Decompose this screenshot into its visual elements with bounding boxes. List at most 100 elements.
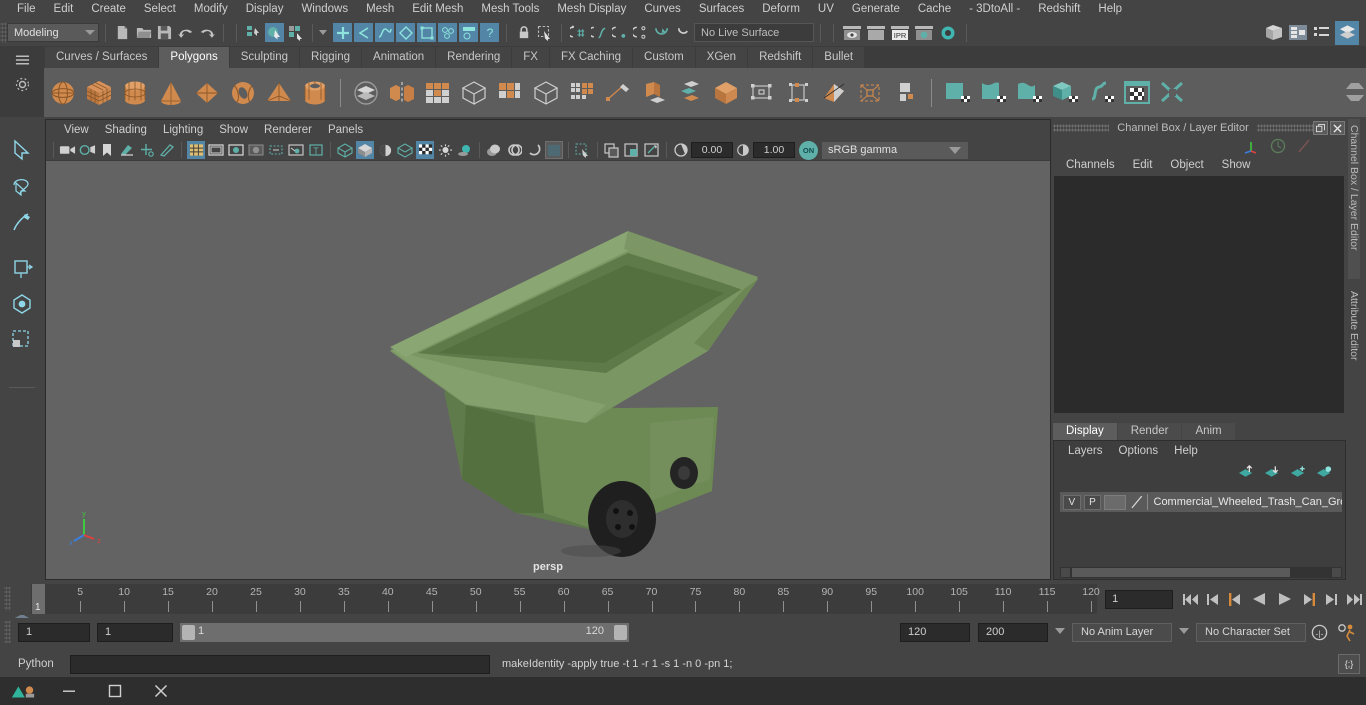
statusbar-gripper[interactable] <box>0 23 7 43</box>
snap-to-view-plane-icon[interactable] <box>653 23 672 42</box>
menu-select[interactable]: Select <box>135 0 185 19</box>
menu-generate[interactable]: Generate <box>843 0 909 19</box>
create-layer-from-selected-icon[interactable] <box>1316 465 1333 479</box>
channel-menu-edit[interactable]: Edit <box>1124 159 1162 171</box>
snap-to-point-icon[interactable] <box>611 23 630 42</box>
shelf-tab-fx-caching[interactable]: FX Caching <box>550 47 632 68</box>
menu-surfaces[interactable]: Surfaces <box>690 0 753 19</box>
select-deformations-icon[interactable] <box>417 23 436 42</box>
smooth-icon[interactable] <box>458 77 490 109</box>
menu-mesh-tools[interactable]: Mesh Tools <box>472 0 548 19</box>
tool-select[interactable] <box>4 133 40 167</box>
animation-end-field[interactable]: 200 <box>978 623 1048 642</box>
panel-snapshot-icon[interactable] <box>643 141 661 159</box>
uv-cut-icon[interactable] <box>1157 77 1189 109</box>
layer-menu-layers[interactable]: Layers <box>1060 445 1111 457</box>
text-tool-icon[interactable]: T <box>307 141 325 159</box>
select-surfaces-icon[interactable] <box>396 23 415 42</box>
tool-lasso-select[interactable] <box>4 169 40 203</box>
viewport-menu-view[interactable]: View <box>56 124 97 136</box>
connect-icon[interactable] <box>854 77 886 109</box>
poly-pyramid-icon[interactable] <box>263 77 295 109</box>
mirror-icon[interactable] <box>422 77 454 109</box>
trash-can-model[interactable] <box>46 161 1050 579</box>
menu-curves[interactable]: Curves <box>635 0 689 19</box>
shelf-tab-polygons[interactable]: Polygons <box>159 47 228 68</box>
shelf-tab-sculpting[interactable]: Sculpting <box>230 47 299 68</box>
layer-playback-toggle[interactable]: P <box>1084 495 1102 510</box>
menu-edit-mesh[interactable]: Edit Mesh <box>403 0 472 19</box>
slash-icon[interactable] <box>1296 138 1312 154</box>
smooth-shade-icon[interactable] <box>356 141 374 159</box>
separate-icon[interactable] <box>386 77 418 109</box>
combine-icon[interactable] <box>350 77 382 109</box>
create-layer-icon[interactable] <box>1290 465 1307 479</box>
range-track[interactable]: 1 120 <box>180 623 629 642</box>
uv-editor-icon[interactable] <box>1121 77 1153 109</box>
use-all-lights-icon[interactable] <box>436 141 454 159</box>
menu-redshift[interactable]: Redshift <box>1029 0 1089 19</box>
poly-pipe-icon[interactable] <box>299 77 331 109</box>
motion-blur-icon[interactable] <box>525 141 543 159</box>
select-dynamics-icon[interactable] <box>438 23 457 42</box>
animation-preferences-icon[interactable] <box>1332 623 1360 642</box>
menu-cache[interactable]: Cache <box>909 0 960 19</box>
shelf-tab-rigging[interactable]: Rigging <box>300 47 361 68</box>
step-back-frame-icon[interactable] <box>1226 589 1244 609</box>
tool-rotate[interactable] <box>4 287 40 321</box>
film-gate-icon[interactable] <box>207 141 225 159</box>
panel-drag-dots[interactable] <box>1053 124 1109 132</box>
poly-cylinder-icon[interactable] <box>119 77 151 109</box>
shelf-scroll-arrows[interactable] <box>1346 80 1364 116</box>
panel-drag-dots[interactable] <box>1257 124 1313 132</box>
animation-start-field[interactable]: 1 <box>18 623 90 642</box>
magnet-icon[interactable] <box>674 23 693 42</box>
layer-color-swatch[interactable] <box>1104 495 1126 510</box>
menu-uv[interactable]: UV <box>809 0 843 19</box>
poke-icon[interactable] <box>818 77 850 109</box>
layer-visibility-toggle[interactable]: V <box>1063 495 1081 510</box>
poly-plane-icon[interactable] <box>191 77 223 109</box>
menu-modify[interactable]: Modify <box>185 0 237 19</box>
range-end-handle[interactable] <box>614 625 627 640</box>
range-start-field[interactable]: 1 <box>97 623 173 642</box>
image-plane-icon[interactable] <box>118 141 136 159</box>
sidebar-tab-attribute-editor[interactable]: Attribute Editor <box>1348 285 1360 395</box>
scroll-right-icon[interactable] <box>1332 568 1341 577</box>
shadows-icon[interactable] <box>456 141 474 159</box>
resolution-gate-icon[interactable] <box>227 141 245 159</box>
tab-render[interactable]: Render <box>1118 423 1182 440</box>
menu-mesh-display[interactable]: Mesh Display <box>548 0 635 19</box>
select-hierarchy-icon[interactable] <box>244 23 263 42</box>
snap-to-projected-center-icon[interactable] <box>632 23 651 42</box>
go-to-end-icon[interactable] <box>1344 589 1364 609</box>
show-outliner-icon[interactable] <box>1263 23 1285 42</box>
ambient-occlusion-icon[interactable] <box>485 141 503 159</box>
menu-file[interactable]: File <box>8 0 45 19</box>
uv-layout-icon[interactable] <box>890 77 922 109</box>
menu-mesh[interactable]: Mesh <box>357 0 403 19</box>
uv-planar-icon[interactable] <box>941 77 973 109</box>
maya-app-icon[interactable] <box>0 677 46 705</box>
grease-pencil-icon[interactable] <box>158 141 176 159</box>
close-icon[interactable] <box>138 677 184 705</box>
shelf-tab-curves-surfaces[interactable]: Curves / Surfaces <box>45 47 158 68</box>
textured-icon[interactable] <box>416 141 434 159</box>
snap-to-grid-icon[interactable] <box>569 23 588 42</box>
bookmark-icon[interactable] <box>98 141 116 159</box>
minimize-icon[interactable] <box>46 677 92 705</box>
shelf-tab-animation[interactable]: Animation <box>362 47 435 68</box>
shelf-tab-rendering[interactable]: Rendering <box>436 47 511 68</box>
viewport-menu-renderer[interactable]: Renderer <box>256 124 320 136</box>
bridge-icon[interactable] <box>746 77 778 109</box>
auto-keyframe-icon[interactable]: -|- <box>1306 623 1332 642</box>
wireframe-on-shaded-icon[interactable] <box>396 141 414 159</box>
save-scene-icon[interactable] <box>155 23 174 42</box>
menu-deform[interactable]: Deform <box>753 0 809 19</box>
anim-layer-field[interactable]: No Anim Layer <box>1072 623 1172 642</box>
hypershade-icon[interactable] <box>937 23 959 42</box>
channel-box-list[interactable] <box>1054 176 1344 413</box>
step-forward-keyframe-icon[interactable] <box>1322 589 1340 609</box>
layer-list-item[interactable]: V P Commercial_Wheeled_Trash_Can_Gre <box>1060 492 1342 512</box>
command-language-label[interactable]: Python <box>0 658 70 670</box>
